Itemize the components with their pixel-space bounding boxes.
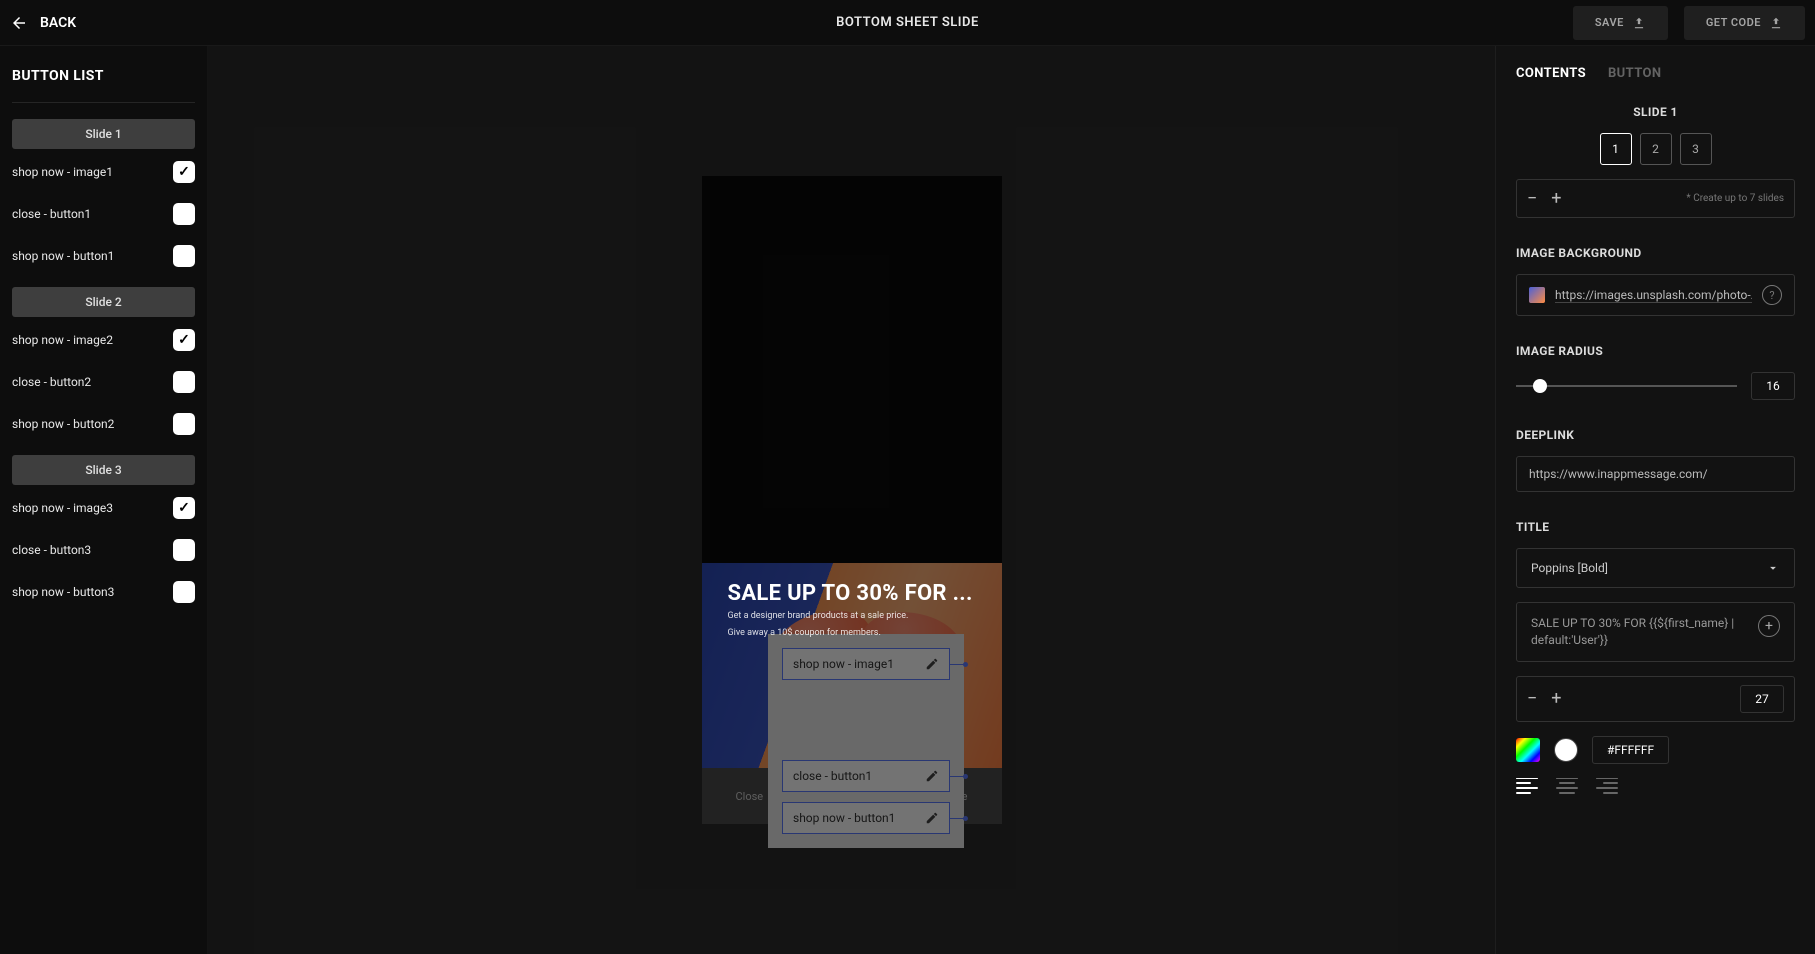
checkbox[interactable] bbox=[173, 539, 195, 561]
font-size-value[interactable]: 27 bbox=[1740, 685, 1784, 713]
tab-contents[interactable]: CONTENTS bbox=[1516, 66, 1586, 81]
sale-title: SALE UP TO 30% FOR ... bbox=[728, 581, 976, 606]
list-item[interactable]: close - button2 bbox=[12, 371, 195, 393]
back-label: BACK bbox=[40, 15, 76, 31]
radius-slider[interactable] bbox=[1516, 385, 1737, 387]
remove-slide-button[interactable]: − bbox=[1527, 188, 1537, 209]
add-variable-button[interactable]: + bbox=[1758, 615, 1780, 637]
checkbox[interactable] bbox=[173, 203, 195, 225]
page-title: BOTTOM SHEET SLIDE bbox=[836, 15, 979, 30]
deeplink-input[interactable] bbox=[1529, 467, 1782, 481]
color-hex-value[interactable]: #FFFFFF bbox=[1592, 736, 1669, 764]
divider bbox=[12, 102, 195, 103]
checkbox[interactable] bbox=[173, 497, 195, 519]
slide-hint: * Create up to 7 slides bbox=[1686, 193, 1784, 204]
callout-label: shop now - image1 bbox=[793, 657, 894, 671]
slide-number-chip[interactable]: 2 bbox=[1640, 133, 1672, 165]
item-label: shop now - image1 bbox=[12, 165, 113, 179]
get-code-label: GET CODE bbox=[1706, 16, 1761, 29]
callout-close-button1[interactable]: close - button1 bbox=[782, 760, 950, 792]
edit-icon bbox=[925, 657, 939, 671]
image-background-title: IMAGE BACKGROUND bbox=[1516, 246, 1795, 260]
callout-panel: shop now - image1 close - button1 shop n… bbox=[768, 634, 964, 848]
decrease-size-button[interactable]: − bbox=[1527, 688, 1537, 709]
edit-icon bbox=[925, 769, 939, 783]
align-center-button[interactable] bbox=[1556, 778, 1578, 794]
callout-label: shop now - button1 bbox=[793, 811, 895, 825]
list-item[interactable]: close - button1 bbox=[12, 203, 195, 225]
help-icon[interactable]: ? bbox=[1762, 285, 1782, 305]
list-item[interactable]: close - button3 bbox=[12, 539, 195, 561]
item-label: shop now - image3 bbox=[12, 501, 113, 515]
close-button[interactable]: Close bbox=[736, 790, 764, 803]
checkbox[interactable] bbox=[173, 161, 195, 183]
item-label: shop now - button1 bbox=[12, 249, 114, 263]
save-button[interactable]: SAVE bbox=[1573, 6, 1668, 40]
checkbox[interactable] bbox=[173, 371, 195, 393]
image-thumb-icon bbox=[1529, 287, 1545, 303]
deeplink-title: DEEPLINK bbox=[1516, 428, 1795, 442]
checkbox[interactable] bbox=[173, 581, 195, 603]
slide-label: SLIDE 1 bbox=[1516, 105, 1795, 119]
callout-shop-now-image1[interactable]: shop now - image1 bbox=[782, 648, 950, 680]
align-left-button[interactable] bbox=[1516, 778, 1538, 794]
back-button[interactable]: BACK bbox=[10, 14, 76, 32]
item-label: close - button3 bbox=[12, 543, 91, 557]
item-label: shop now - button3 bbox=[12, 585, 114, 599]
get-code-button[interactable]: GET CODE bbox=[1684, 6, 1805, 40]
title-text-input[interactable]: SALE UP TO 30% FOR {{${first_name} | def… bbox=[1531, 615, 1748, 649]
item-label: close - button1 bbox=[12, 207, 91, 221]
color-swatch[interactable] bbox=[1554, 738, 1578, 762]
arrow-left-icon bbox=[10, 14, 28, 32]
add-slide-button[interactable]: + bbox=[1551, 188, 1561, 209]
upload-icon bbox=[1769, 16, 1783, 30]
inspector-panel: CONTENTS BUTTON SLIDE 1 123 − + * Create… bbox=[1495, 46, 1815, 954]
checkbox[interactable] bbox=[173, 413, 195, 435]
tab-button[interactable]: BUTTON bbox=[1608, 66, 1661, 81]
button-list-title: BUTTON LIST bbox=[12, 68, 195, 84]
list-item[interactable]: shop now - image3 bbox=[12, 497, 195, 519]
slide-number-chip[interactable]: 1 bbox=[1600, 133, 1632, 165]
item-label: shop now - image2 bbox=[12, 333, 113, 347]
image-url-input[interactable] bbox=[1555, 288, 1752, 303]
image-radius-title: IMAGE RADIUS bbox=[1516, 344, 1795, 358]
list-item[interactable]: shop now - button2 bbox=[12, 413, 195, 435]
item-label: close - button2 bbox=[12, 375, 91, 389]
preview-canvas: SALE UP TO 30% FOR ... Get a designer br… bbox=[208, 46, 1495, 954]
edit-icon bbox=[925, 811, 939, 825]
slide-header[interactable]: Slide 3 bbox=[12, 455, 195, 485]
checkbox[interactable] bbox=[173, 245, 195, 267]
chevron-down-icon bbox=[1766, 561, 1780, 575]
title-section-title: TITLE bbox=[1516, 520, 1795, 534]
button-list-panel: BUTTON LIST Slide 1 shop now - image1 clos… bbox=[0, 46, 208, 954]
list-item[interactable]: shop now - image2 bbox=[12, 329, 195, 351]
upload-icon bbox=[1632, 16, 1646, 30]
sale-subtitle-1: Get a designer brand products at a sale … bbox=[728, 610, 976, 623]
font-value: Poppins [Bold] bbox=[1531, 561, 1608, 575]
callout-label: close - button1 bbox=[793, 769, 872, 783]
sale-subtitle-2: Give away a 10$ coupon for members. bbox=[728, 627, 976, 640]
radius-value[interactable]: 16 bbox=[1751, 372, 1795, 400]
align-right-button[interactable] bbox=[1596, 778, 1618, 794]
item-label: shop now - button2 bbox=[12, 417, 114, 431]
checkbox[interactable] bbox=[173, 329, 195, 351]
slide-number-chip[interactable]: 3 bbox=[1680, 133, 1712, 165]
list-item[interactable]: shop now - image1 bbox=[12, 161, 195, 183]
save-label: SAVE bbox=[1595, 16, 1624, 29]
slide-header[interactable]: Slide 2 bbox=[12, 287, 195, 317]
color-picker-icon[interactable] bbox=[1516, 738, 1540, 762]
font-dropdown[interactable]: Poppins [Bold] bbox=[1516, 548, 1795, 588]
slide-header[interactable]: Slide 1 bbox=[12, 119, 195, 149]
list-item[interactable]: shop now - button1 bbox=[12, 245, 195, 267]
list-item[interactable]: shop now - button3 bbox=[12, 581, 195, 603]
callout-shop-now-button1[interactable]: shop now - button1 bbox=[782, 802, 950, 834]
increase-size-button[interactable]: + bbox=[1551, 688, 1561, 709]
